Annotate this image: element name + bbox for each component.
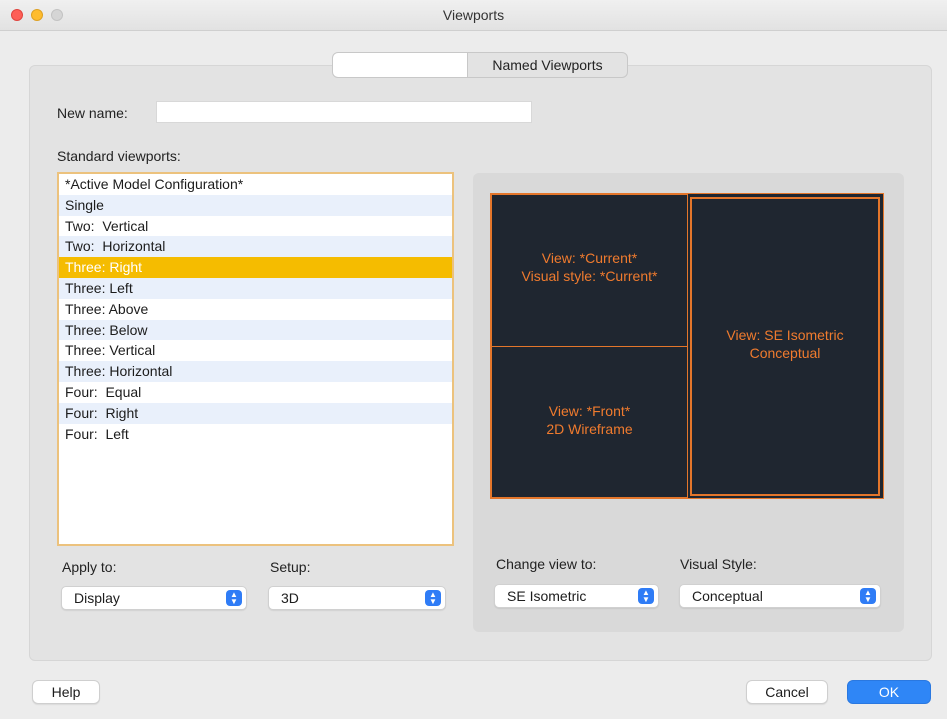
ok-button[interactable]: OK [847, 680, 931, 704]
viewport-view-label: View: *Front* [548, 403, 631, 419]
standard-viewports-list[interactable]: *Active Model Configuration* Single Two:… [57, 172, 454, 546]
tab-new-viewports[interactable] [332, 52, 468, 78]
standard-viewports-label: Standard viewports: [57, 148, 181, 164]
visual-style-select[interactable]: Conceptual ▲ ▼ [679, 584, 881, 608]
viewport-style-label: 2D Wireframe [546, 421, 633, 437]
change-view-to-label: Change view to: [496, 556, 597, 572]
viewport-preview[interactable]: View: *Current* Visual style: *Current* … [490, 193, 884, 499]
setup-select[interactable]: 3D ▲ ▼ [268, 586, 446, 610]
viewport-right-active[interactable]: View: SE Isometric Conceptual [690, 197, 880, 496]
visual-style-label: Visual Style: [680, 556, 757, 572]
title-bar: Viewports [0, 0, 947, 31]
chevron-up-down-icon: ▲ ▼ [425, 590, 441, 606]
setup-value: 3D [281, 590, 299, 606]
tab-named-viewports[interactable]: Named Viewports [468, 52, 628, 78]
list-item[interactable]: Three: Below [59, 319, 452, 341]
chevron-up-down-icon: ▲ ▼ [226, 590, 242, 606]
list-item[interactable]: Two: Horizontal [59, 236, 452, 258]
viewport-top-left[interactable]: View: *Current* Visual style: *Current* [491, 194, 688, 347]
viewport-view-label: View: SE Isometric [726, 327, 844, 343]
viewport-style-label: Conceptual [749, 345, 821, 361]
apply-to-value: Display [74, 590, 120, 606]
list-item[interactable]: Four: Equal [59, 382, 452, 403]
list-item[interactable]: Three: Above [59, 299, 452, 320]
viewport-style-label: Visual style: *Current* [521, 268, 658, 284]
help-button[interactable]: Help [32, 680, 100, 704]
list-item[interactable]: Two: Vertical [59, 216, 452, 237]
tab-bar: Named Viewports [332, 52, 628, 78]
list-item-selected[interactable]: Three: Right [59, 257, 452, 278]
setup-label: Setup: [270, 559, 311, 575]
list-item[interactable]: Three: Left [59, 277, 452, 299]
apply-to-select[interactable]: Display ▲ ▼ [61, 586, 247, 610]
apply-to-label: Apply to: [62, 559, 117, 575]
list-item[interactable]: Four: Right [59, 402, 452, 424]
viewport-view-label: View: *Current* [541, 250, 638, 266]
list-item[interactable]: Three: Vertical [59, 340, 452, 361]
visual-style-value: Conceptual [692, 588, 763, 604]
list-item[interactable]: Three: Horizontal [59, 361, 452, 382]
cancel-button[interactable]: Cancel [746, 680, 828, 704]
chevron-up-down-icon: ▲ ▼ [860, 588, 876, 604]
list-item[interactable]: *Active Model Configuration* [59, 174, 452, 195]
change-view-to-select[interactable]: SE Isometric ▲ ▼ [494, 584, 659, 608]
window-title: Viewports [442, 7, 505, 23]
new-name-label: New name: [57, 105, 128, 121]
new-name-input[interactable] [156, 101, 532, 123]
list-item[interactable]: Single [59, 194, 452, 216]
change-view-to-value: SE Isometric [507, 588, 587, 604]
viewport-bottom-left[interactable]: View: *Front* 2D Wireframe [491, 346, 688, 498]
chevron-up-down-icon: ▲ ▼ [638, 588, 654, 604]
list-item[interactable]: Four: Left [59, 424, 452, 445]
